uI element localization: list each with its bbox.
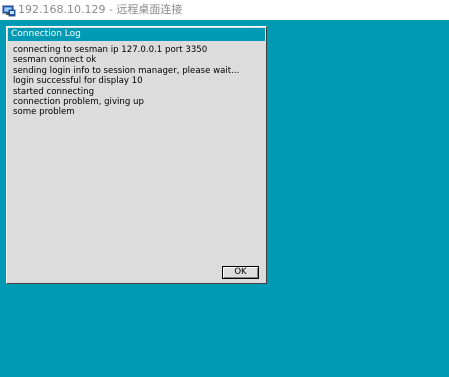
log-line: connecting to sesman ip 127.0.0.1 port 3…: [13, 45, 208, 55]
window-titlebar: 192.168.10.129 - 远程桌面连接: [0, 0, 449, 20]
remote-desktop-icon: [2, 3, 16, 17]
connection-log-text: connecting to sesman ip 127.0.0.1 port 3…: [13, 45, 263, 118]
connection-log-dialog: Connection Log connecting to sesman ip 1…: [6, 26, 267, 284]
log-line: sending login info to session manager, p…: [13, 65, 240, 76]
log-line: some problem: [13, 107, 75, 118]
log-line: connection problem, giving up: [13, 97, 144, 108]
ok-button[interactable]: OK: [222, 266, 259, 279]
log-line: sesman connect ok: [13, 55, 97, 66]
log-line: login successful for display 10: [13, 76, 143, 87]
log-line: started connecting: [13, 86, 95, 97]
dialog-title: Connection Log: [8, 28, 265, 41]
window-title: 192.168.10.129 - 远程桌面连接: [18, 3, 183, 16]
